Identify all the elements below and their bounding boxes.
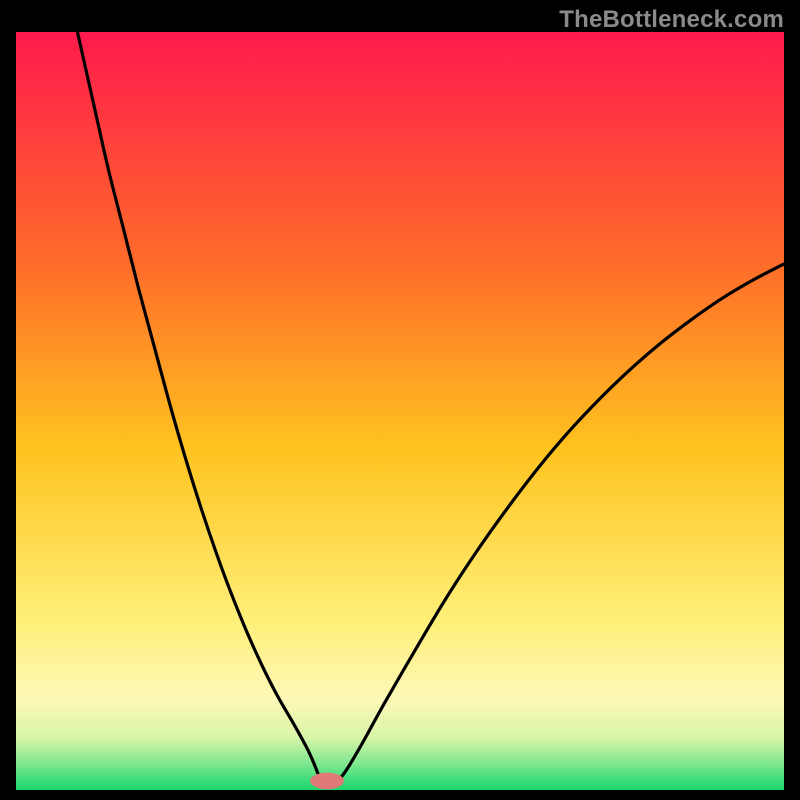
chart-frame — [16, 32, 784, 790]
watermark-text: TheBottleneck.com — [559, 6, 784, 34]
bottleneck-chart — [16, 32, 784, 790]
minimum-marker — [310, 773, 344, 790]
